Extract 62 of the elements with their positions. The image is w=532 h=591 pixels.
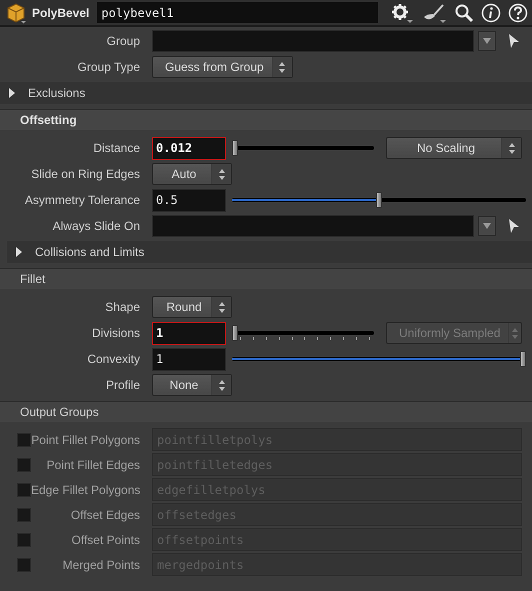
triangle-icon[interactable] [15, 247, 23, 257]
parameter-label: Point Fillet Polygons [31, 432, 140, 448]
folder-label: Collisions and Limits [35, 244, 144, 261]
number-field[interactable]: 1 [152, 348, 226, 370]
search-icon[interactable] [454, 2, 474, 22]
number-field[interactable]: 0.5 [152, 188, 226, 212]
slider-thumb[interactable] [232, 325, 238, 341]
parameter-label: Slide on Ring Edges [30, 166, 140, 183]
caret-icon [483, 223, 491, 229]
parameter-label: Offset Points [70, 532, 140, 548]
cursor-arrow-icon[interactable] [508, 33, 520, 49]
checkbox[interactable] [17, 508, 31, 522]
parameter-label: Asymmetry Tolerance [24, 192, 140, 209]
slider-track[interactable] [232, 192, 526, 208]
info-icon[interactable] [481, 2, 501, 22]
caret-icon [483, 38, 491, 44]
parameter-label: Group [106, 33, 140, 50]
triangle-icon[interactable] [8, 88, 16, 98]
section-heading: Offsetting [0, 109, 532, 130]
help-icon[interactable] [508, 2, 528, 22]
checkbox[interactable] [17, 432, 31, 446]
dropdown-menu[interactable]: None [152, 374, 232, 396]
node-type-label: PolyBevel [32, 4, 90, 22]
dropdown-menu[interactable]: Guess from Group [152, 56, 293, 78]
checkbox[interactable] [17, 458, 31, 472]
slider-track[interactable] [232, 351, 526, 367]
slider-thumb[interactable] [376, 192, 382, 208]
slider-thumb[interactable] [520, 351, 526, 367]
parameter-label: Edge Fillet Polygons [31, 482, 140, 498]
input-field[interactable] [152, 215, 474, 237]
cursor-arrow-icon[interactable] [508, 218, 520, 234]
slider-thumb[interactable] [232, 140, 238, 156]
parameter-label: Group Type [76, 59, 140, 76]
dropdown-menu[interactable]: Auto [152, 163, 232, 185]
gear-icon[interactable] [390, 2, 414, 24]
folder-toggle[interactable]: Collisions and Limits [7, 241, 532, 263]
slider-track[interactable] [232, 140, 374, 156]
number-field[interactable]: 0.012 [152, 136, 226, 160]
folder-label: Exclusions [28, 85, 86, 102]
section-heading: Output Groups [0, 401, 532, 422]
parameter-label: Distance [92, 140, 140, 157]
parameter-label: Offset Edges [70, 506, 140, 524]
section-heading: Fillet [0, 268, 532, 289]
parameter-label: Profile [104, 377, 140, 394]
parameter-label: Always Slide On [52, 218, 140, 235]
dropdown-menu[interactable]: Round [152, 296, 232, 318]
checkbox[interactable] [17, 558, 31, 572]
dropdown-button[interactable] [478, 31, 496, 51]
dropdown-menu[interactable]: No Scaling [386, 137, 522, 159]
node-name-field[interactable]: polybevel1 [97, 2, 378, 23]
parameter-label: Divisions [90, 325, 140, 342]
parameter-label: Merged Points [62, 556, 140, 574]
parameter-label: Shape [104, 299, 140, 316]
folder-toggle[interactable]: Exclusions [0, 82, 532, 104]
dropdown-button[interactable] [478, 216, 496, 236]
checkbox[interactable] [17, 482, 31, 496]
slider-track[interactable] [232, 325, 374, 341]
parameter-label: Point Fillet Edges [46, 456, 140, 474]
number-field[interactable]: 1 [152, 322, 226, 344]
checkbox[interactable] [17, 532, 31, 546]
input-field[interactable] [152, 30, 474, 52]
parameter-label: Convexity [86, 351, 140, 368]
